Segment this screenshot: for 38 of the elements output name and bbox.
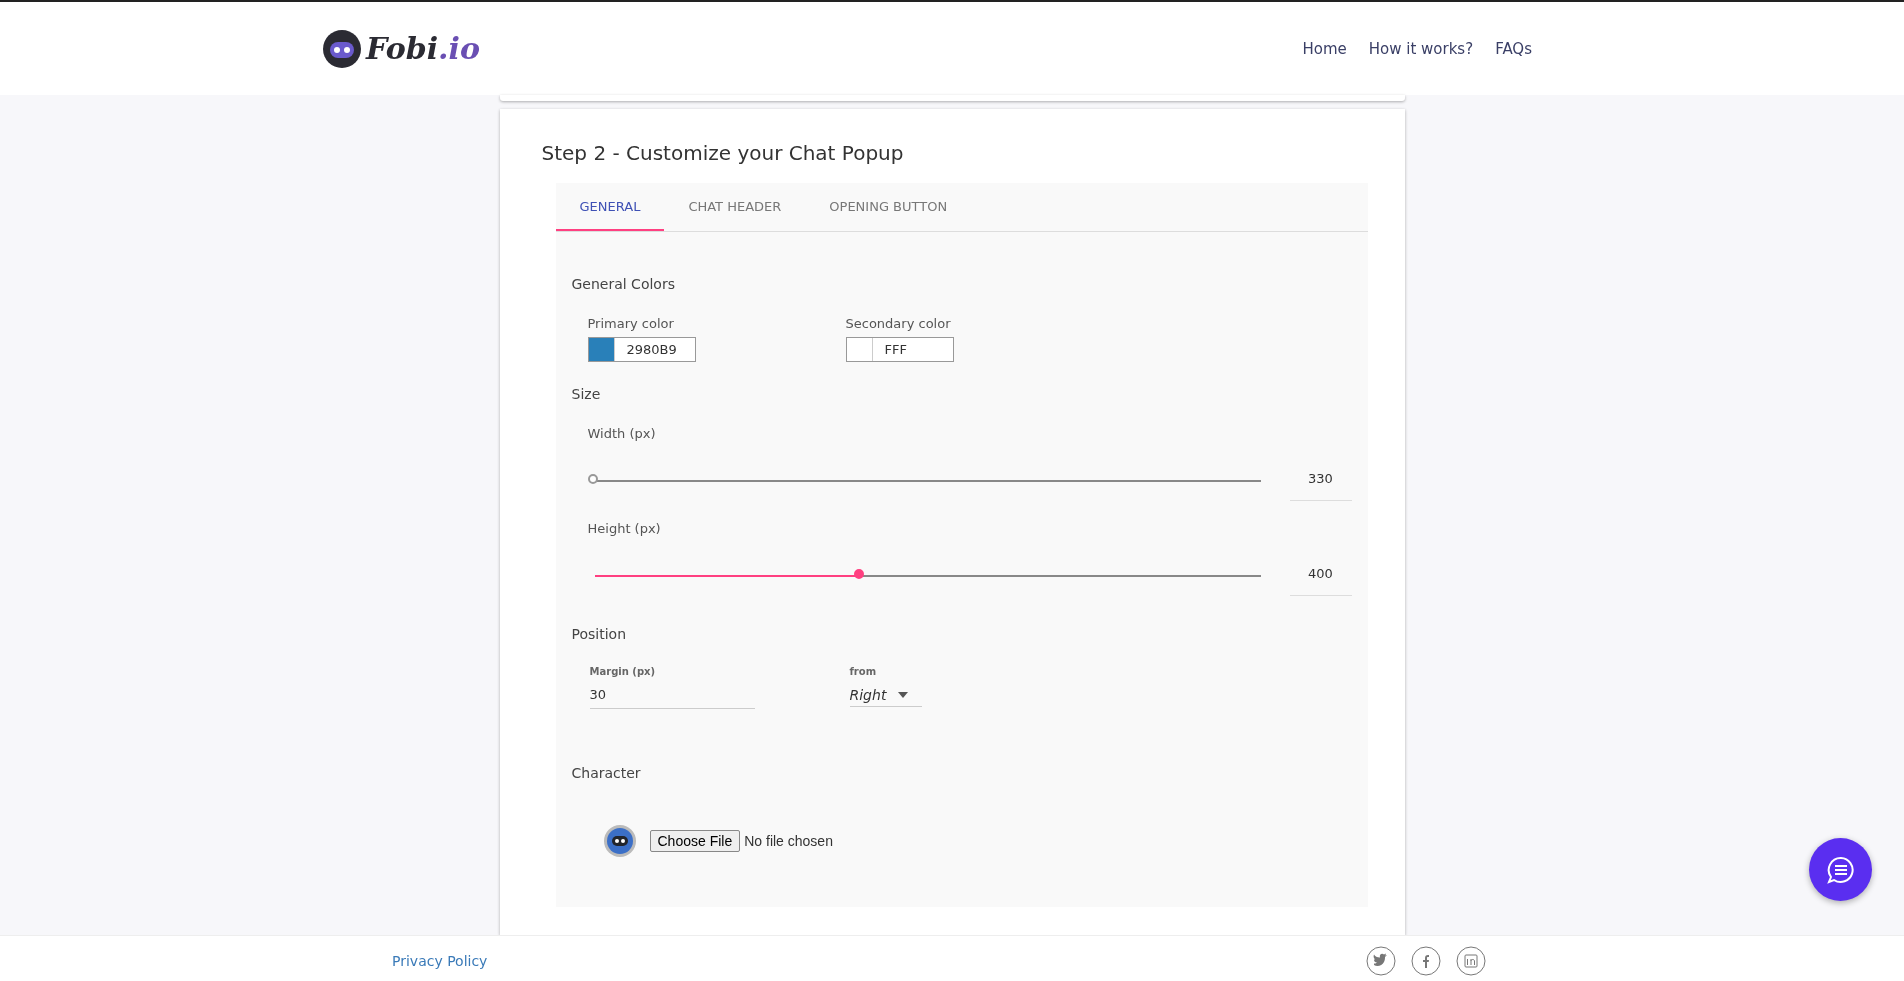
field-label: Secondary color xyxy=(845,316,952,331)
field-label: Primary color xyxy=(587,316,675,331)
caret-icon xyxy=(898,692,909,698)
linkedin-icon[interactable] xyxy=(1456,946,1486,976)
robot-avatar-icon xyxy=(603,825,636,857)
nav-link[interactable]: How it works? xyxy=(1368,39,1474,58)
robot-logo-icon xyxy=(322,28,362,69)
field-label: Margin (px) xyxy=(589,666,657,677)
nav-link[interactable]: Home xyxy=(1302,39,1347,58)
field-label: Height (px) xyxy=(587,521,662,536)
slider-thumb[interactable] xyxy=(853,569,864,579)
section-heading: Character xyxy=(571,765,642,781)
section-heading: Position xyxy=(571,626,627,642)
choose-file-button[interactable]: Choose File xyxy=(649,830,741,852)
number-input[interactable]: 330 xyxy=(1289,461,1352,501)
tab[interactable]: OPENING BUTTON xyxy=(805,183,972,231)
tab[interactable]: GENERAL xyxy=(555,183,665,231)
color-input[interactable]: FFF xyxy=(845,337,954,362)
field-label: from xyxy=(849,666,878,677)
card-title: Step 2 - Customize your Chat Popup xyxy=(541,141,905,165)
logo[interactable]: Fobi.io xyxy=(322,28,480,69)
chat-button[interactable] xyxy=(1809,838,1872,901)
nav-link[interactable]: FAQs xyxy=(1495,39,1532,58)
section-heading: Size xyxy=(571,386,602,402)
file-status: No file chosen xyxy=(744,833,833,849)
margin-input[interactable]: 30 xyxy=(589,687,755,709)
side-dropdown[interactable]: Right xyxy=(849,687,922,707)
privacy-policy-link[interactable]: Privacy Policy xyxy=(392,953,488,969)
color-input[interactable]: 2980B9 xyxy=(587,337,696,362)
number-input[interactable]: 400 xyxy=(1289,556,1352,596)
section-heading: General Colors xyxy=(571,276,676,292)
logo-text: Fobi.io xyxy=(366,31,480,66)
field-label: Width (px) xyxy=(587,426,657,441)
facebook-icon[interactable] xyxy=(1411,946,1441,976)
twitter-icon[interactable] xyxy=(1366,946,1396,976)
chat-bubble-icon xyxy=(1825,854,1856,885)
slider-thumb[interactable] xyxy=(587,474,598,484)
tab[interactable]: CHAT HEADER xyxy=(664,183,806,231)
